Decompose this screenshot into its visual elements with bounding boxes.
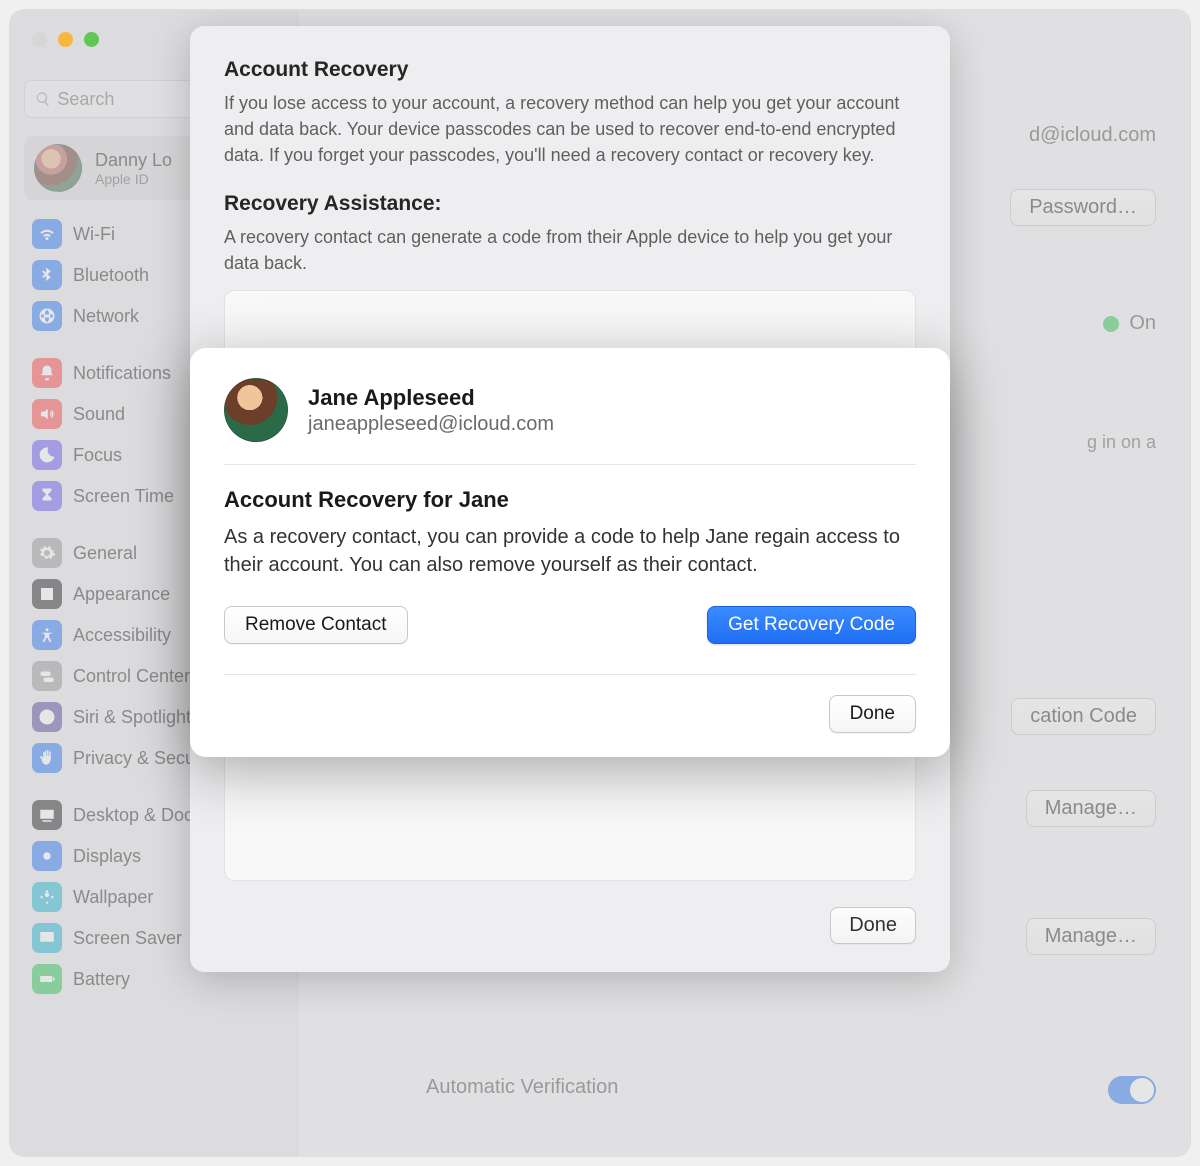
recovery-assistance-title: Recovery Assistance: [224,192,916,216]
modal-description: As a recovery contact, you can provide a… [224,523,916,580]
recovery-assistance-description: A recovery contact can generate a code f… [224,224,916,276]
close-window-button[interactable] [32,32,47,47]
modal-title: Account Recovery for Jane [224,487,916,513]
get-recovery-code-button[interactable]: Get Recovery Code [707,606,916,644]
modal-contact-name: Jane Appleseed [308,385,554,411]
recovery-contact-modal: Jane Appleseed janeappleseed@icloud.com … [190,348,950,757]
window-controls [32,32,99,47]
account-recovery-description: If you lose access to your account, a re… [224,90,916,168]
modal-done-button[interactable]: Done [829,695,916,733]
sheet-done-button[interactable]: Done [830,907,916,944]
modal-contact-avatar [224,378,288,442]
modal-contact-email: janeappleseed@icloud.com [308,413,554,436]
account-recovery-title: Account Recovery [224,58,916,82]
zoom-window-button[interactable] [84,32,99,47]
remove-contact-button[interactable]: Remove Contact [224,606,408,644]
system-settings-window: Danny Lo Apple ID Wi-FiBluetoothNetworkN… [10,10,1190,1156]
minimize-window-button[interactable] [58,32,73,47]
